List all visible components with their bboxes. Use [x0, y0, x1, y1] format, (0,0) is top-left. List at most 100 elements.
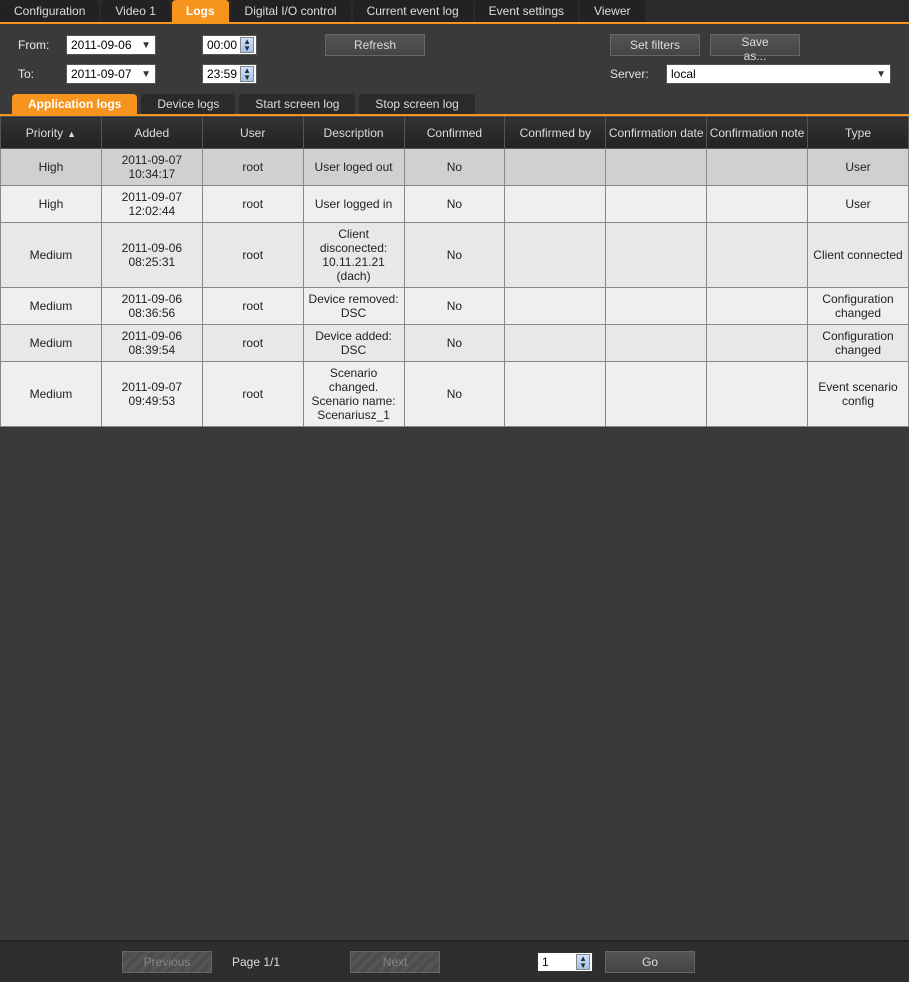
- previous-button[interactable]: Previous: [122, 951, 212, 973]
- table-header-row: Priority▲AddedUserDescriptionConfirmedCo…: [1, 117, 909, 149]
- filter-area: From: 2011-09-06 ▼ 00:00 ▲▼ Refresh To: …: [0, 24, 909, 94]
- page-input[interactable]: 1 ▲▼: [537, 952, 593, 972]
- sort-asc-icon: ▲: [67, 129, 76, 139]
- spinner-icon[interactable]: ▲▼: [240, 66, 254, 82]
- table-row[interactable]: High2011-09-0712:02:44rootUser logged in…: [1, 186, 909, 223]
- cell-type: User: [808, 149, 909, 186]
- cell-confDate: [606, 223, 707, 288]
- save-as-button[interactable]: Save as...: [710, 34, 800, 56]
- next-button[interactable]: Next: [350, 951, 440, 973]
- col-type[interactable]: Type: [808, 117, 909, 149]
- page-input-value: 1: [542, 955, 549, 969]
- cell-added: 2011-09-0710:34:17: [101, 149, 202, 186]
- cell-confirmed: No: [404, 223, 505, 288]
- cell-confDate: [606, 149, 707, 186]
- col-confirmed[interactable]: Confirmed: [404, 117, 505, 149]
- cell-user: root: [202, 149, 303, 186]
- col-priority[interactable]: Priority▲: [1, 117, 102, 149]
- set-filters-button[interactable]: Set filters: [610, 34, 700, 56]
- sub-tab-application-logs[interactable]: Application logs: [12, 94, 137, 114]
- log-table: Priority▲AddedUserDescriptionConfirmedCo…: [0, 116, 909, 427]
- cell-confirmedBy: [505, 149, 606, 186]
- main-tab-current-event-log[interactable]: Current event log: [353, 0, 473, 22]
- cell-type: Configuration changed: [808, 288, 909, 325]
- cell-confirmedBy: [505, 186, 606, 223]
- cell-confirmed: No: [404, 362, 505, 427]
- to-label: To:: [18, 67, 58, 81]
- cell-confDate: [606, 325, 707, 362]
- to-date-value: 2011-09-07: [71, 67, 132, 81]
- table-row[interactable]: Medium2011-09-0608:36:56rootDevice remov…: [1, 288, 909, 325]
- sub-tab-start-screen-log[interactable]: Start screen log: [239, 94, 355, 114]
- cell-user: root: [202, 186, 303, 223]
- cell-confirmedBy: [505, 325, 606, 362]
- cell-added: 2011-09-0709:49:53: [101, 362, 202, 427]
- main-tab-video-1[interactable]: Video 1: [101, 0, 169, 22]
- cell-user: root: [202, 288, 303, 325]
- go-button[interactable]: Go: [605, 951, 695, 973]
- col-confirmation-note[interactable]: Confirmation note: [707, 117, 808, 149]
- cell-priority: Medium: [1, 325, 102, 362]
- cell-confNote: [707, 149, 808, 186]
- table-row[interactable]: High2011-09-0710:34:17rootUser loged out…: [1, 149, 909, 186]
- page-label: Page 1/1: [232, 955, 280, 969]
- cell-description: User logged in: [303, 186, 404, 223]
- col-description[interactable]: Description: [303, 117, 404, 149]
- table-row[interactable]: Medium2011-09-0608:25:31rootClient disco…: [1, 223, 909, 288]
- cell-type: Event scenario config: [808, 362, 909, 427]
- table-row[interactable]: Medium2011-09-0608:39:54rootDevice added…: [1, 325, 909, 362]
- cell-description: Scenario changed. Scenario name: Scenari…: [303, 362, 404, 427]
- main-tab-configuration[interactable]: Configuration: [0, 0, 99, 22]
- chevron-down-icon: ▼: [141, 40, 151, 51]
- cell-type: Client connected: [808, 223, 909, 288]
- sub-tabs: Application logsDevice logsStart screen …: [0, 94, 909, 116]
- cell-confNote: [707, 325, 808, 362]
- col-confirmed-by[interactable]: Confirmed by: [505, 117, 606, 149]
- col-added[interactable]: Added: [101, 117, 202, 149]
- cell-confirmed: No: [404, 325, 505, 362]
- refresh-button[interactable]: Refresh: [325, 34, 425, 56]
- cell-confirmedBy: [505, 362, 606, 427]
- main-tab-viewer[interactable]: Viewer: [580, 0, 644, 22]
- cell-description: Device added: DSC: [303, 325, 404, 362]
- cell-confirmed: No: [404, 149, 505, 186]
- main-tab-event-settings[interactable]: Event settings: [475, 0, 578, 22]
- server-select[interactable]: local ▼: [666, 64, 891, 84]
- cell-confNote: [707, 288, 808, 325]
- cell-added: 2011-09-0608:25:31: [101, 223, 202, 288]
- cell-priority: Medium: [1, 288, 102, 325]
- main-tab-digital-i-o-control[interactable]: Digital I/O control: [231, 0, 351, 22]
- main-tabs: ConfigurationVideo 1LogsDigital I/O cont…: [0, 0, 909, 24]
- from-label: From:: [18, 38, 58, 52]
- to-time-value: 23:59: [207, 67, 237, 81]
- cell-confDate: [606, 288, 707, 325]
- from-date-field[interactable]: 2011-09-06 ▼: [66, 35, 156, 55]
- cell-priority: High: [1, 149, 102, 186]
- server-value: local: [671, 67, 696, 81]
- cell-added: 2011-09-0608:39:54: [101, 325, 202, 362]
- cell-user: root: [202, 362, 303, 427]
- cell-confDate: [606, 186, 707, 223]
- main-tab-logs[interactable]: Logs: [172, 0, 229, 22]
- cell-type: User: [808, 186, 909, 223]
- cell-added: 2011-09-0608:36:56: [101, 288, 202, 325]
- cell-type: Configuration changed: [808, 325, 909, 362]
- col-user[interactable]: User: [202, 117, 303, 149]
- chevron-down-icon: ▼: [876, 69, 886, 80]
- cell-user: root: [202, 223, 303, 288]
- to-time-field[interactable]: 23:59 ▲▼: [202, 64, 257, 84]
- table-row[interactable]: Medium2011-09-0709:49:53rootScenario cha…: [1, 362, 909, 427]
- cell-confNote: [707, 223, 808, 288]
- from-time-field[interactable]: 00:00 ▲▼: [202, 35, 257, 55]
- spinner-icon[interactable]: ▲▼: [240, 37, 254, 53]
- cell-description: Client disconected: 10.11.21.21 (dach): [303, 223, 404, 288]
- cell-priority: High: [1, 186, 102, 223]
- to-date-field[interactable]: 2011-09-07 ▼: [66, 64, 156, 84]
- sub-tab-stop-screen-log[interactable]: Stop screen log: [359, 94, 474, 114]
- col-confirmation-date[interactable]: Confirmation date: [606, 117, 707, 149]
- spinner-icon[interactable]: ▲▼: [576, 954, 590, 970]
- cell-added: 2011-09-0712:02:44: [101, 186, 202, 223]
- cell-confDate: [606, 362, 707, 427]
- cell-priority: Medium: [1, 362, 102, 427]
- sub-tab-device-logs[interactable]: Device logs: [141, 94, 235, 114]
